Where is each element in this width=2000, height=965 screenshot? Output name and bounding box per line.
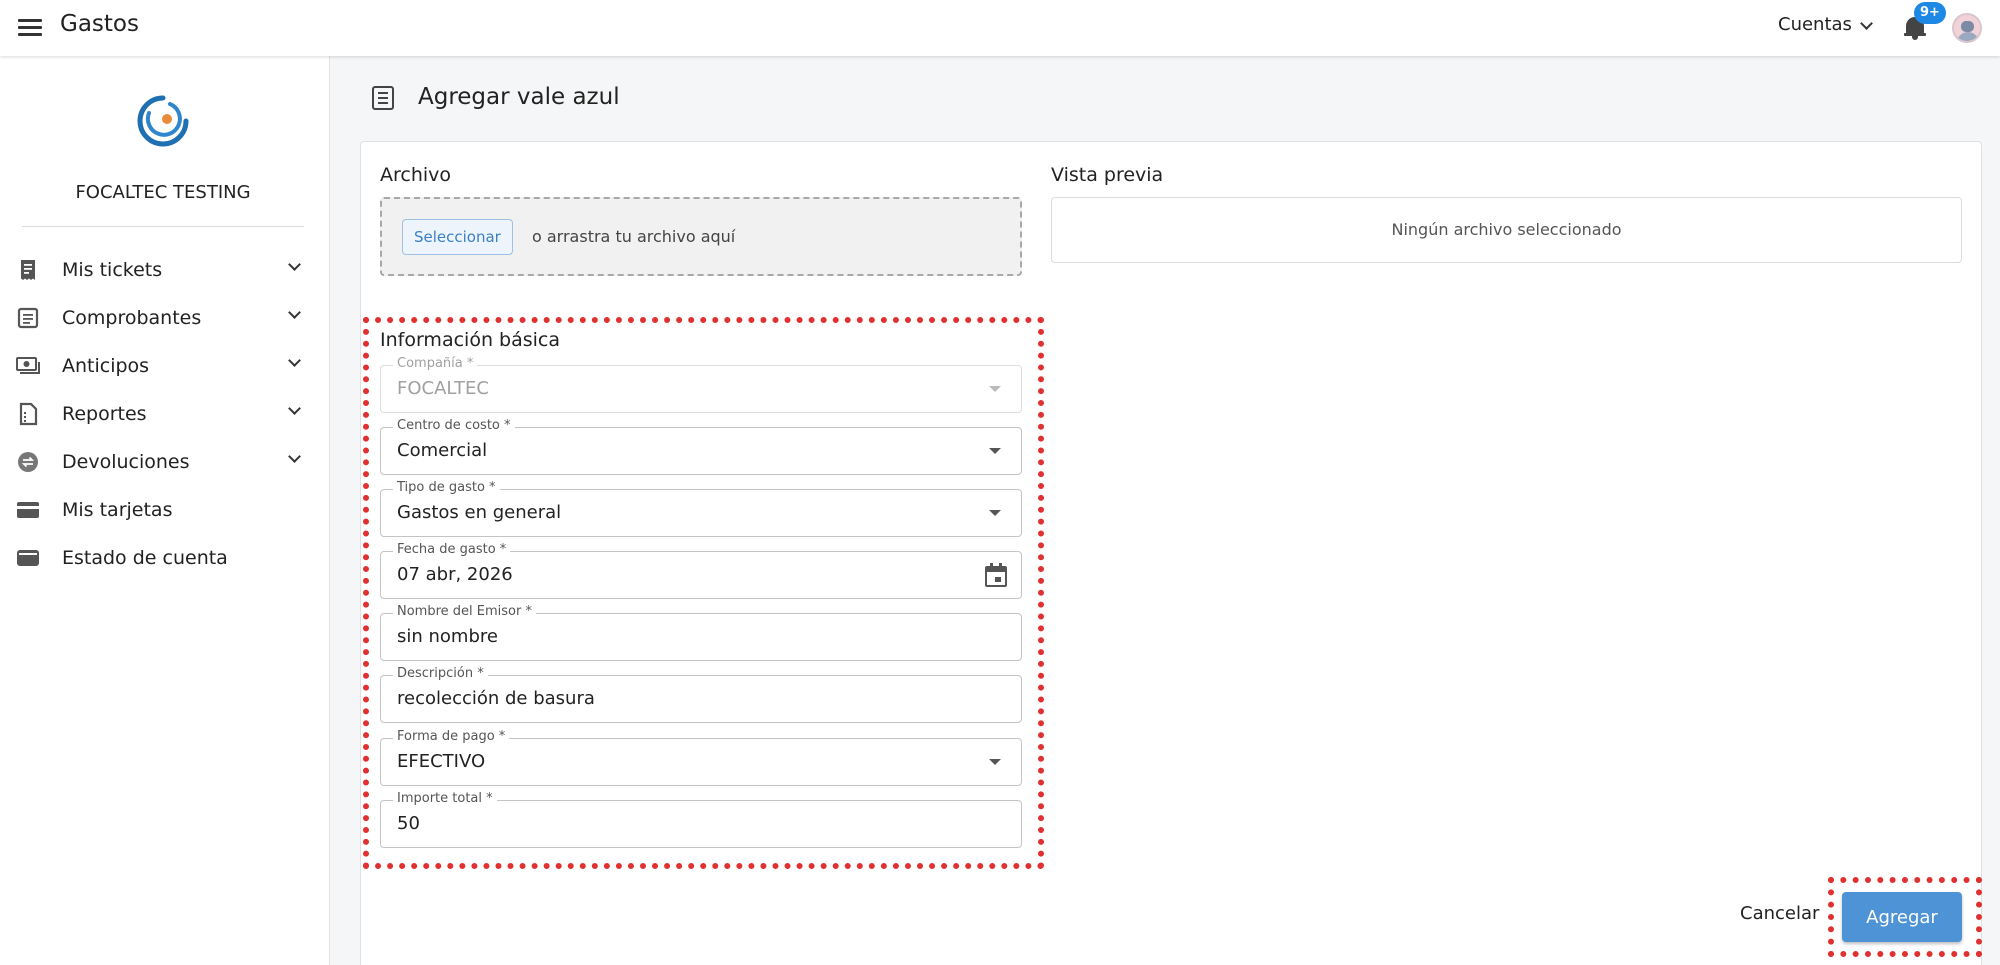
- accounts-menu[interactable]: Cuentas: [1778, 14, 1852, 35]
- sidebar-item-reportes[interactable]: Reportes: [0, 392, 326, 436]
- sidebar-item-comprobantes[interactable]: Comprobantes: [0, 296, 326, 340]
- add-button[interactable]: Agregar: [1842, 892, 1962, 942]
- form-highlight: [363, 317, 1044, 869]
- sidebar-item-label: Mis tickets: [62, 259, 163, 281]
- file-dropzone[interactable]: Seleccionar o arrastra tu archivo aquí: [380, 197, 1022, 276]
- file-section-label: Archivo: [380, 164, 452, 186]
- document-icon: [372, 86, 394, 110]
- report-icon: [19, 402, 38, 426]
- avatar[interactable]: [1952, 13, 1982, 43]
- cancel-button[interactable]: Cancelar: [1740, 903, 1819, 924]
- sidebar-item-label: Devoluciones: [62, 451, 190, 473]
- wallet-icon: [17, 550, 39, 566]
- money-icon: [16, 357, 40, 374]
- sidebar-item-label: Mis tarjetas: [62, 499, 173, 521]
- chevron-down-icon[interactable]: [288, 450, 301, 463]
- divider: [22, 226, 304, 227]
- document-icon: [17, 307, 39, 329]
- sidebar-item-label: Estado de cuenta: [62, 547, 228, 569]
- sidebar: FOCALTEC TESTING Mis tickets Comprobante…: [0, 56, 330, 965]
- preview-empty-text: Ningún archivo seleccionado: [1391, 220, 1622, 239]
- exchange-icon: [18, 452, 38, 472]
- sidebar-item-estado-de-cuenta[interactable]: Estado de cuenta: [0, 536, 326, 580]
- sidebar-item-mis-tickets[interactable]: Mis tickets: [0, 248, 326, 292]
- sidebar-item-devoluciones[interactable]: Devoluciones: [0, 440, 326, 484]
- chevron-down-icon[interactable]: [1860, 17, 1873, 30]
- company-name: FOCALTEC TESTING: [75, 182, 251, 203]
- sidebar-item-label: Comprobantes: [62, 307, 202, 329]
- sidebar-item-label: Reportes: [62, 403, 147, 425]
- app-title: Gastos: [60, 11, 139, 37]
- drop-hint: o arrastra tu archivo aquí: [532, 227, 736, 246]
- sidebar-item-mis-tarjetas[interactable]: Mis tarjetas: [0, 488, 326, 532]
- menu-icon[interactable]: [18, 16, 42, 40]
- select-file-button[interactable]: Seleccionar: [402, 219, 513, 255]
- sidebar-item-anticipos[interactable]: Anticipos: [0, 344, 326, 388]
- card-icon: [17, 502, 39, 518]
- page-title: Agregar vale azul: [418, 84, 620, 110]
- chevron-down-icon[interactable]: [288, 306, 301, 319]
- top-bar: Gastos Cuentas 9+: [0, 0, 2000, 56]
- chevron-down-icon[interactable]: [288, 258, 301, 271]
- chevron-down-icon[interactable]: [288, 402, 301, 415]
- preview-section-label: Vista previa: [1051, 164, 1164, 186]
- preview-panel: Ningún archivo seleccionado: [1051, 197, 1962, 263]
- receipt-icon: [21, 260, 35, 280]
- company-logo-icon: [137, 95, 189, 147]
- sidebar-item-label: Anticipos: [62, 355, 150, 377]
- notification-badge[interactable]: 9+: [1914, 2, 1946, 24]
- chevron-down-icon[interactable]: [288, 354, 301, 367]
